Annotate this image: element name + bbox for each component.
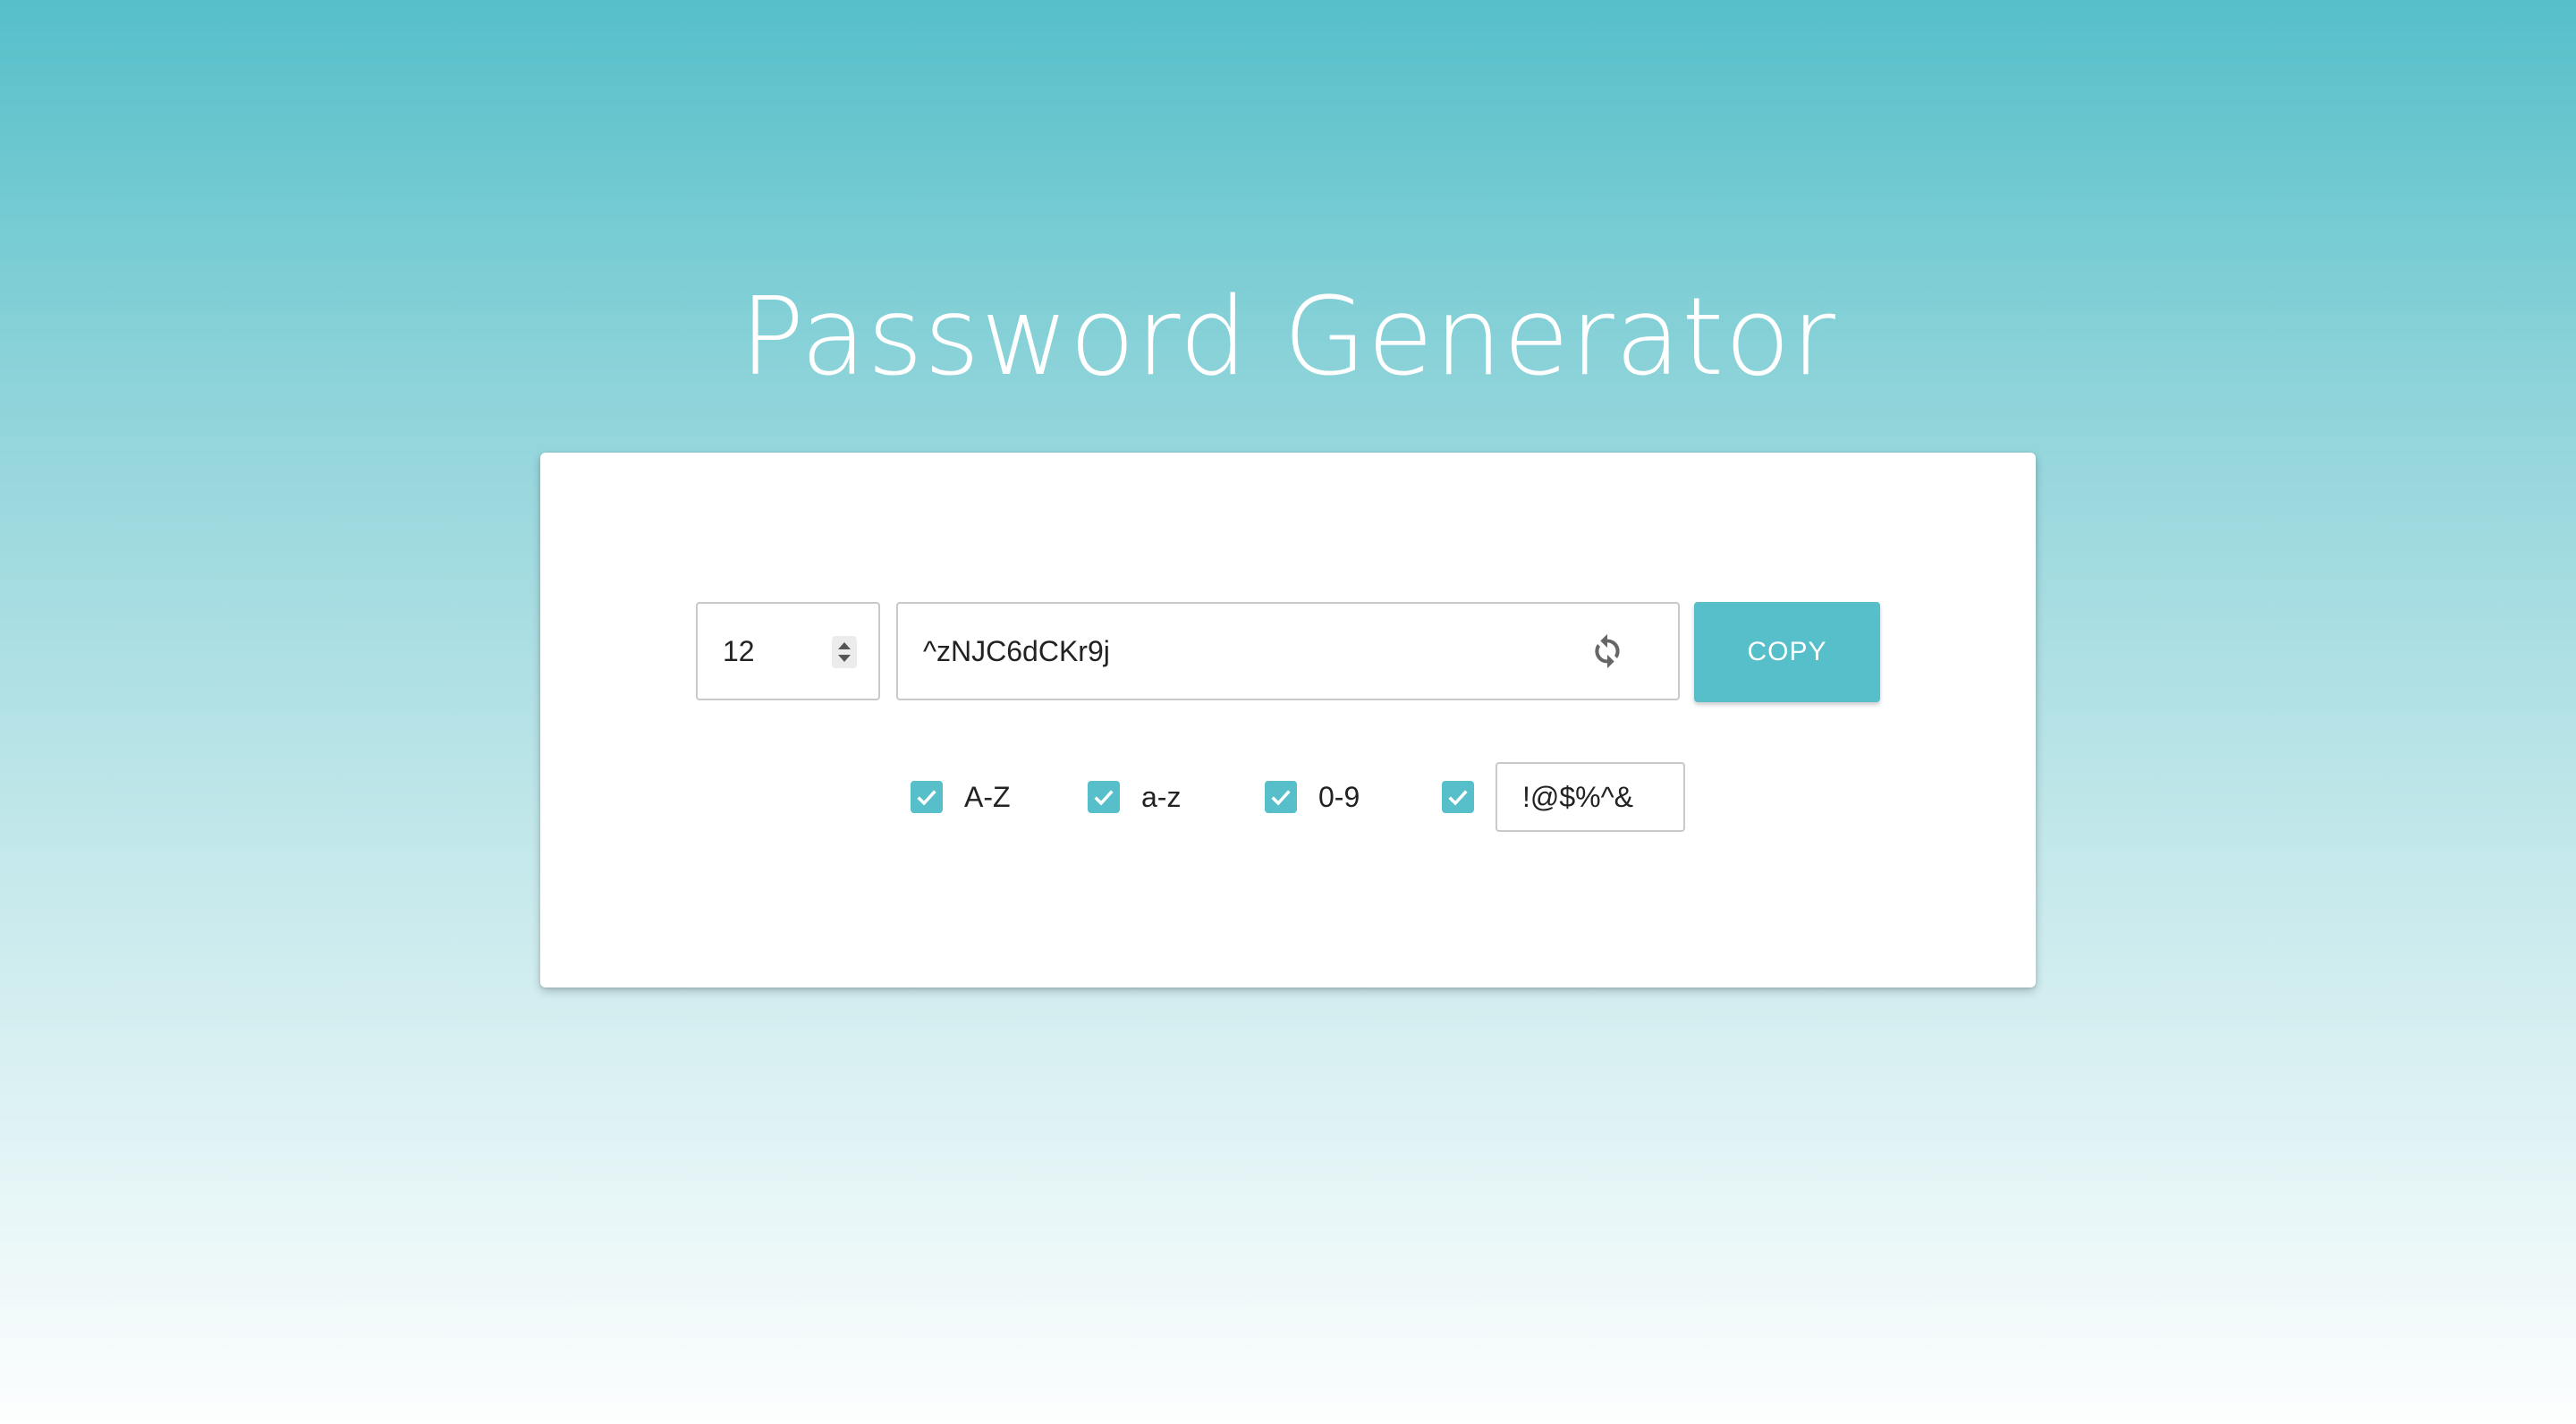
check-icon	[1094, 790, 1114, 806]
page-title: Password Generator	[739, 275, 1837, 401]
copy-button[interactable]: COPY	[1694, 602, 1880, 702]
check-icon	[917, 790, 936, 806]
symbols-checkbox[interactable]	[1442, 781, 1474, 813]
character-options: A-Z a-z 0-9	[540, 761, 2036, 833]
password-output-field[interactable]: ^zNJC6dCKr9j	[896, 602, 1680, 700]
check-icon	[1271, 790, 1291, 806]
length-stepper[interactable]	[832, 636, 857, 668]
length-input[interactable]: 12	[696, 602, 880, 700]
generator-card: 12 ^zNJC6dCKr9j COPY A-Z a-z 0-9 !@$%^&	[540, 453, 2036, 987]
lowercase-checkbox[interactable]	[1088, 781, 1120, 813]
refresh-icon[interactable]	[1587, 631, 1628, 672]
check-icon	[1448, 790, 1468, 806]
password-value: ^zNJC6dCKr9j	[923, 635, 1110, 667]
numbers-checkbox[interactable]	[1265, 781, 1297, 813]
lowercase-label: a-z	[1141, 781, 1182, 813]
stepper-up-icon[interactable]	[838, 642, 851, 649]
stepper-down-icon[interactable]	[838, 655, 851, 662]
numbers-label: 0-9	[1318, 781, 1360, 813]
uppercase-label: A-Z	[964, 781, 1011, 813]
uppercase-checkbox[interactable]	[911, 781, 943, 813]
symbols-input[interactable]: !@$%^&	[1496, 762, 1685, 832]
length-value: 12	[723, 635, 755, 667]
